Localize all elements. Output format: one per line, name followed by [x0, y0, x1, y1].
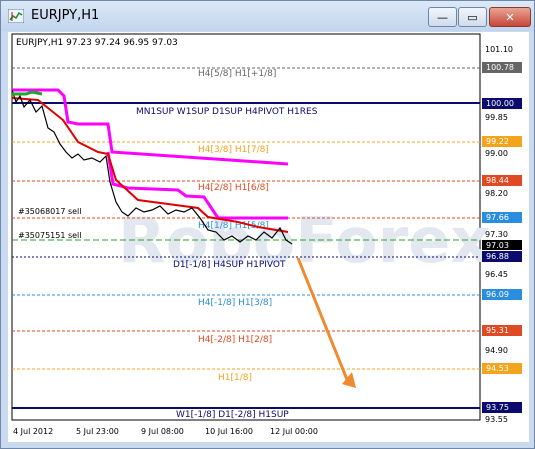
price-tick: 99.22 [486, 137, 509, 146]
close-button[interactable]: ✕ [489, 7, 531, 27]
chart-icon [8, 9, 24, 23]
price-tick: 96.88 [486, 252, 509, 261]
level-label: W1[-1/8] D1[-2/8] H1SUP [176, 410, 289, 420]
price-tick: 94.53 [486, 364, 509, 373]
price-axis: 101.10 100.78 100.00 99.22 99.00 98.44 9… [482, 45, 522, 424]
price-tick: 93.75 [486, 403, 509, 412]
price-tick: 99.85 [485, 113, 508, 122]
level-label: H4[3/8] H1[7/8] [198, 145, 269, 155]
price-tick: 100.78 [486, 63, 514, 72]
price-tick: 97.03 [486, 241, 509, 250]
price-tick: 98.44 [486, 176, 509, 185]
price-tick: 98.20 [485, 189, 508, 198]
minimize-icon: — [437, 10, 448, 24]
time-tick: 5 Jul 23:00 [76, 427, 119, 436]
price-tick: 96.09 [486, 290, 509, 299]
level-label: H4[5/8] H1[+1/8] [198, 69, 276, 79]
chart-header: EURJPY,H1 97.23 97.24 96.95 97.03 [16, 38, 178, 48]
restore-icon: ▭ [467, 10, 478, 24]
price-tick: 95.31 [486, 326, 509, 335]
price-tick: 97.30 [485, 230, 508, 239]
minimize-button[interactable]: — [428, 7, 457, 27]
level-label: H4[-2/8] H1[2/8] [198, 335, 272, 345]
price-tick: 101.10 [485, 45, 513, 54]
price-tick: 99.00 [485, 149, 508, 158]
level-label: D1[-1/8] H4SUP H1PIVOT [173, 260, 286, 270]
order-label: #35075151 sell [18, 231, 82, 240]
time-tick: 10 Jul 16:00 [205, 427, 253, 436]
level-label: H1[1/8] [218, 373, 252, 383]
level-label: MN1SUP W1SUP D1SUP H4PIVOT H1RES [136, 107, 318, 117]
price-tick: 100.00 [486, 99, 514, 108]
chart-area[interactable]: RoboForex EURJPY,H1 97.23 97.24 96.95 97… [8, 32, 529, 442]
price-tick: 96.45 [485, 270, 508, 279]
price-chart[interactable]: RoboForex EURJPY,H1 97.23 97.24 96.95 97… [8, 32, 529, 442]
close-icon: ✕ [505, 10, 515, 24]
price-tick: 97.66 [486, 213, 509, 222]
title-bar[interactable]: EURJPY,H1 — ▭ ✕ [1, 1, 534, 31]
time-tick: 9 Jul 08:00 [141, 427, 184, 436]
time-tick: 12 Jul 00:00 [270, 427, 318, 436]
level-label: H4[1/8] H1[5/8] [198, 221, 269, 231]
order-label: #35068017 sell [18, 207, 82, 216]
chart-window: EURJPY,H1 — ▭ ✕ RoboForex EURJPY,H1 97.2… [0, 0, 535, 449]
time-tick: 4 Jul 2012 [13, 427, 53, 436]
price-tick: 94.90 [485, 346, 508, 355]
price-tick: 93.55 [485, 415, 508, 424]
restore-button[interactable]: ▭ [458, 7, 487, 27]
level-label: H4[2/8] H1[6/8] [198, 183, 269, 193]
level-label: H4[-1/8] H1[3/8] [198, 298, 272, 308]
window-title: EURJPY,H1 [31, 8, 100, 23]
time-axis: 4 Jul 2012 5 Jul 23:00 9 Jul 08:00 10 Ju… [13, 427, 318, 436]
